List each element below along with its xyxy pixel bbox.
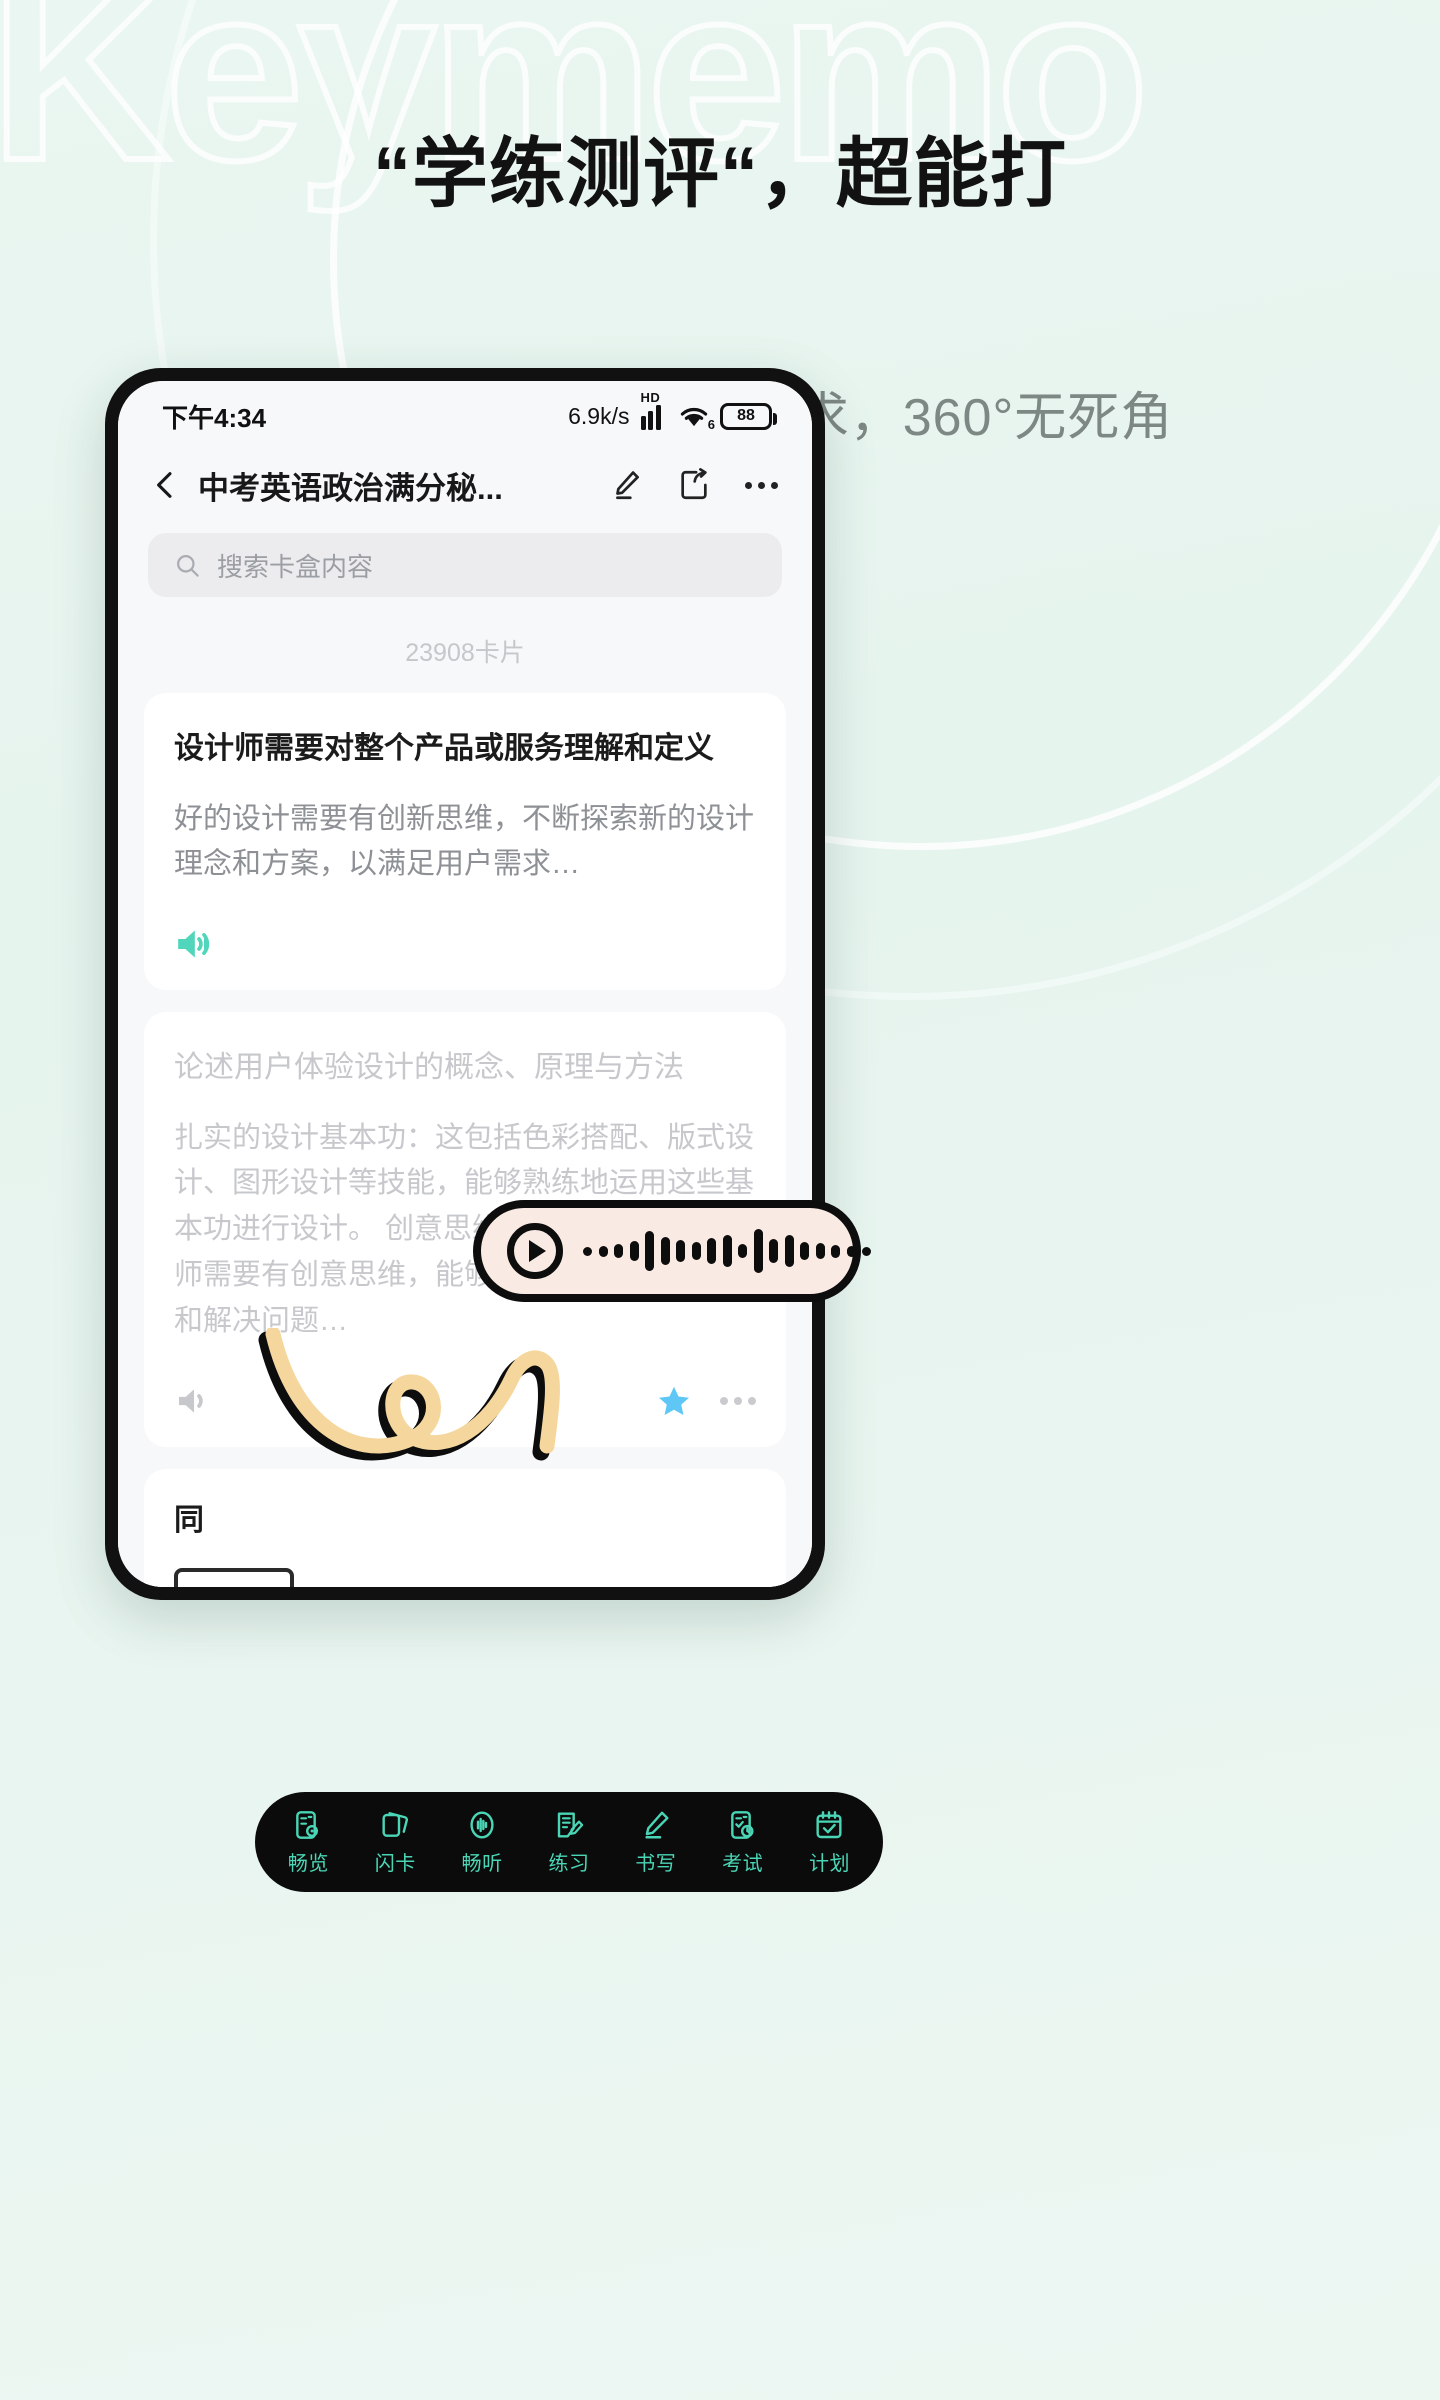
nav-label: 练习 <box>548 1852 590 1875</box>
nav-label: 畅听 <box>461 1852 503 1875</box>
search-placeholder: 搜索卡盒内容 <box>217 551 374 582</box>
battery-icon: 88 <box>720 402 777 430</box>
nav-label: 书写 <box>635 1852 677 1875</box>
card-item-3[interactable]: 同 <box>144 1468 786 1587</box>
card-item-1[interactable]: 设计师需要对整个产品或服务理解和定义 好的设计需要有创新思维，不断探索新的设计理… <box>144 693 786 991</box>
page-title: 中考英语政治满分秘... <box>198 470 503 506</box>
plan-icon <box>816 1810 843 1838</box>
audio-player-overlay[interactable] <box>473 1200 871 1302</box>
exam-icon <box>730 1810 754 1839</box>
nav-item-plan[interactable]: 计划 <box>792 1809 866 1876</box>
card-footer <box>174 924 756 964</box>
practice-icon <box>557 1811 584 1838</box>
write-icon <box>645 1811 669 1839</box>
chevron-left-icon[interactable] <box>148 468 182 502</box>
app-header-actions <box>609 468 778 502</box>
promo-headline: “学练测评“，超能打 <box>373 132 1067 217</box>
wifi-generation-label: 6 <box>707 416 715 432</box>
status-bar: 下午4:34 6.9k/s HD 6 88 <box>118 381 812 443</box>
browse-icon <box>296 1810 319 1839</box>
nav-item-browse[interactable]: 畅览 <box>271 1809 345 1876</box>
status-indicators: 6.9k/s HD 6 88 <box>568 390 777 432</box>
play-circle-icon[interactable] <box>507 1223 563 1279</box>
share-icon[interactable] <box>677 468 711 502</box>
listen-icon <box>470 1811 494 1838</box>
nav-item-exam[interactable]: 考试 <box>706 1809 780 1876</box>
card-count-label: 23908卡片 <box>118 597 812 693</box>
battery-level-label: 88 <box>737 407 755 424</box>
nav-item-practice[interactable]: 练习 <box>532 1809 606 1876</box>
nav-item-flashcard[interactable]: 闪卡 <box>358 1809 432 1876</box>
nav-item-listen[interactable]: 畅听 <box>445 1809 519 1876</box>
card-thumbnail <box>174 1568 294 1587</box>
bottom-navigation: 畅览 闪卡 畅听 练习 书写 考试 计划 <box>255 1792 883 1892</box>
flashcard-icon <box>382 1811 409 1837</box>
status-time: 下午4:34 <box>162 402 267 433</box>
nav-label: 考试 <box>722 1852 764 1875</box>
card-list: 设计师需要对整个产品或服务理解和定义 好的设计需要有创新思维，不断探索新的设计理… <box>118 693 812 1587</box>
app-header: 中考英语政治满分秘... <box>118 443 812 527</box>
network-speed: 6.9k/s <box>568 402 630 429</box>
search-icon <box>177 554 199 577</box>
more-horizontal-icon[interactable] <box>745 481 778 489</box>
nav-label: 闪卡 <box>374 1852 416 1875</box>
speaker-icon[interactable] <box>174 1381 214 1421</box>
card-title: 同 <box>174 1503 204 1537</box>
card-footer <box>174 1381 756 1421</box>
wifi-icon: 6 <box>679 404 715 432</box>
phone-screen: 下午4:34 6.9k/s HD 6 88 中考英语政治满分秘... 搜索卡盒内… <box>118 381 812 1587</box>
search-input[interactable]: 搜索卡盒内容 <box>148 533 782 597</box>
card-footer-actions <box>656 1383 756 1419</box>
more-horizontal-icon[interactable] <box>720 1396 756 1405</box>
signal-bars-icon: HD <box>640 390 669 430</box>
speaker-icon[interactable] <box>174 924 214 964</box>
nav-label: 畅览 <box>287 1852 329 1875</box>
waveform-icon <box>583 1228 871 1274</box>
phone-mockup: 下午4:34 6.9k/s HD 6 88 中考英语政治满分秘... 搜索卡盒内… <box>105 368 883 1892</box>
nav-label: 计划 <box>808 1852 850 1875</box>
card-body: 好的设计需要有创新思维，不断探索新的设计理念和方案，以满足用户需求… <box>174 802 755 881</box>
card-title: 设计师需要对整个产品或服务理解和定义 <box>174 732 714 765</box>
search-container: 搜索卡盒内容 <box>118 527 812 597</box>
nav-item-write[interactable]: 书写 <box>619 1809 693 1876</box>
star-icon[interactable] <box>656 1383 692 1419</box>
card-title: 论述用户体验设计的概念、原理与方法 <box>174 1051 684 1085</box>
pencil-icon[interactable] <box>609 468 643 502</box>
hd-label: HD <box>640 389 661 405</box>
play-triangle <box>529 1240 546 1262</box>
